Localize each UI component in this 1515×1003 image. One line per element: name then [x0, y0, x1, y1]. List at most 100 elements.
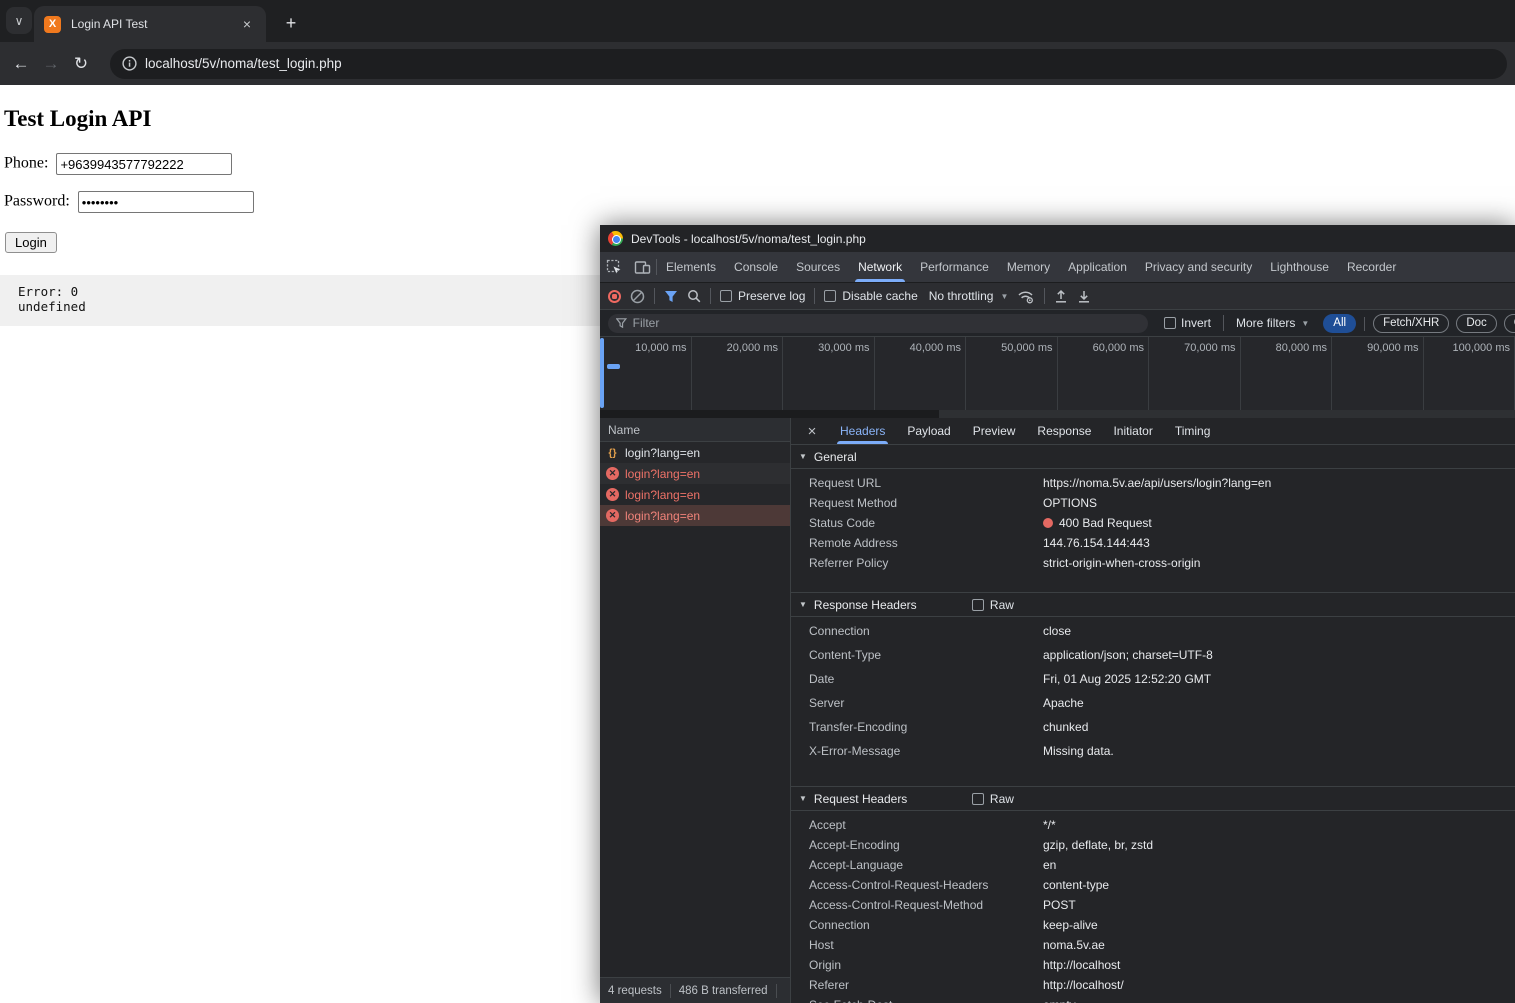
name-column-header[interactable]: Name: [600, 418, 790, 442]
request-type-pill[interactable]: Doc: [1456, 314, 1496, 333]
devtools-tab-label: Memory: [1007, 260, 1050, 274]
tab-search-button[interactable]: ∨: [6, 7, 32, 34]
password-row: Password:: [4, 191, 1515, 213]
raw-checkbox[interactable]: [972, 599, 984, 611]
details-tab[interactable]: Initiator: [1102, 418, 1163, 444]
export-har-icon[interactable]: [1077, 289, 1091, 304]
header-row: Accept-Encoding gzip, deflate, br, zstd: [791, 835, 1515, 855]
devtools-tab-label: Sources: [796, 260, 840, 274]
details-tab[interactable]: Response: [1026, 418, 1102, 444]
browser-tab[interactable]: X Login API Test ×: [34, 6, 266, 42]
back-icon[interactable]: ←: [6, 54, 36, 74]
more-filters-label: More filters: [1236, 316, 1295, 330]
header-row: Remote Address 144.76.154.144:443: [791, 533, 1515, 553]
devtools-tab[interactable]: Elements: [657, 252, 725, 282]
inspect-element-icon[interactable]: [600, 252, 628, 282]
devtools-tab-label: Elements: [666, 260, 716, 274]
record-icon[interactable]: [608, 290, 621, 303]
devtools-title: DevTools - localhost/5v/noma/test_login.…: [631, 232, 866, 246]
invert-checkbox[interactable]: [1164, 317, 1176, 329]
url-bar[interactable]: localhost/5v/noma/test_login.php: [110, 49, 1507, 79]
header-row: Origin http://localhost: [791, 955, 1515, 975]
header-row: Request Method OPTIONS: [791, 493, 1515, 513]
filter-icon[interactable]: [664, 290, 678, 303]
divider: [1223, 315, 1224, 331]
header-row: Access-Control-Request-Method POST: [791, 895, 1515, 915]
password-input[interactable]: [78, 191, 254, 213]
browser-toolbar: ← → ↻ localhost/5v/noma/test_login.php: [0, 42, 1515, 85]
timeline-tick: 100,000 ms: [1424, 337, 1515, 410]
devtools-tab[interactable]: Privacy and security: [1136, 252, 1261, 282]
error-circle-icon: ✕: [606, 467, 619, 480]
general-section-header[interactable]: ▼ General: [791, 445, 1515, 469]
page-title: Test Login API: [4, 106, 1515, 132]
header-value: 400 Bad Request: [1059, 513, 1152, 533]
devtools-tab[interactable]: Recorder: [1338, 252, 1405, 282]
timeline-tick: 10,000 ms: [600, 337, 692, 410]
devtools-tab[interactable]: Memory: [998, 252, 1059, 282]
details-tab[interactable]: Preview: [962, 418, 1027, 444]
details-tab[interactable]: Timing: [1164, 418, 1222, 444]
details-tab[interactable]: Payload: [896, 418, 961, 444]
forward-icon[interactable]: →: [36, 54, 66, 74]
request-headers-section-header[interactable]: ▼ Request Headers Raw: [791, 787, 1515, 811]
import-har-icon[interactable]: [1054, 289, 1068, 304]
devtools-titlebar[interactable]: DevTools - localhost/5v/noma/test_login.…: [600, 225, 1515, 252]
raw-label: Raw: [990, 792, 1014, 806]
header-key: Date: [791, 667, 1043, 691]
login-button[interactable]: Login: [5, 232, 57, 253]
timeline-scrollbar[interactable]: [600, 410, 1515, 418]
devtools-tab-label: Recorder: [1347, 260, 1396, 274]
header-value: http://localhost: [1043, 955, 1120, 975]
raw-checkbox[interactable]: [972, 793, 984, 805]
new-tab-button[interactable]: +: [278, 10, 304, 36]
search-icon[interactable]: [687, 289, 701, 303]
timeline-request-marker: [607, 364, 620, 369]
throttling-select[interactable]: No throttling ▼: [929, 289, 1009, 303]
request-row[interactable]: {} ✕ login?lang=en: [600, 484, 790, 505]
preserve-log-checkbox[interactable]: [720, 290, 732, 302]
headers-content: ▼ General Request URL https://noma.5v.ae…: [791, 445, 1515, 1003]
network-conditions-icon[interactable]: [1017, 289, 1035, 304]
request-type-pill[interactable]: CSS: [1504, 314, 1515, 333]
response-headers-section-header[interactable]: ▼ Response Headers Raw: [791, 593, 1515, 617]
request-type-pill[interactable]: Fetch/XHR: [1373, 314, 1449, 333]
devtools-tab[interactable]: Performance: [911, 252, 998, 282]
triangle-down-icon: ▼: [799, 600, 807, 609]
general-section: ▼ General Request URL https://noma.5v.ae…: [791, 445, 1515, 583]
devtools-tab[interactable]: Console: [725, 252, 787, 282]
header-key: Connection: [791, 619, 1043, 643]
devtools-tab[interactable]: Sources: [787, 252, 849, 282]
reload-icon[interactable]: ↻: [66, 54, 96, 74]
tab-close-icon[interactable]: ×: [238, 15, 256, 33]
request-row[interactable]: {} ✕ login?lang=en: [600, 463, 790, 484]
devtools-tab[interactable]: Lighthouse: [1261, 252, 1338, 282]
filter-input-box[interactable]: [608, 314, 1148, 333]
invert-label: Invert: [1181, 316, 1211, 330]
devtools-tab[interactable]: Application: [1059, 252, 1136, 282]
details-tab[interactable]: Headers: [829, 418, 896, 444]
request-row[interactable]: {} ✕ login?lang=en: [600, 442, 790, 463]
close-details-icon[interactable]: ×: [801, 423, 823, 440]
request-type-pill[interactable]: All: [1323, 314, 1356, 333]
devtools-tab[interactable]: Network: [849, 252, 911, 282]
device-toolbar-icon[interactable]: [628, 252, 656, 282]
more-filters-button[interactable]: More filters ▼: [1236, 316, 1309, 330]
header-row: Content-Type application/json; charset=U…: [791, 643, 1515, 667]
devtools-tab-label: Console: [734, 260, 778, 274]
network-overview-timeline[interactable]: 10,000 ms 20,000 ms 30,000 ms 40,000 ms …: [600, 337, 1515, 418]
filter-input[interactable]: [633, 316, 1140, 330]
timeline-tick: 90,000 ms: [1332, 337, 1424, 410]
header-key: Referrer Policy: [791, 553, 1043, 573]
phone-input[interactable]: [56, 153, 232, 175]
funnel-icon: [616, 318, 627, 328]
phone-label: Phone:: [4, 155, 48, 172]
pill-label: All: [1333, 317, 1346, 329]
header-row: Host noma.5v.ae: [791, 935, 1515, 955]
request-name: login?lang=en: [625, 467, 700, 481]
disable-cache-checkbox[interactable]: [824, 290, 836, 302]
site-info-icon[interactable]: [122, 56, 137, 71]
header-key: Request Method: [791, 493, 1043, 513]
request-row[interactable]: {} ✕ login?lang=en: [600, 505, 790, 526]
clear-icon[interactable]: [630, 289, 645, 304]
